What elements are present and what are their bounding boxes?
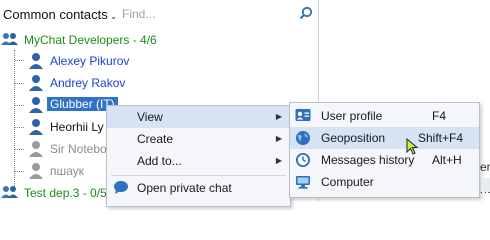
search-icon[interactable] <box>299 6 313 23</box>
computer-icon <box>295 174 311 193</box>
view-submenu: User profile F4 Geoposition Shift+F4 Mes… <box>289 102 480 198</box>
background-text-fragment: er <box>480 160 490 174</box>
menu-separator <box>111 175 286 176</box>
group-users-icon <box>1 32 19 51</box>
scrollbar-fragment[interactable] <box>480 178 490 192</box>
chevron-right-icon: ▶ <box>275 112 282 121</box>
contact-name: Alexey Pikurov <box>50 54 130 68</box>
contact-name: Andrey Rakov <box>50 76 126 90</box>
group-label: MyChat Developers - 4/6 <box>24 33 157 47</box>
submenu-item-user-profile[interactable]: User profile F4 <box>290 105 479 127</box>
menu-item-label: Create <box>137 132 174 146</box>
clock-icon <box>295 152 311 171</box>
submenu-item-label: User profile <box>321 109 383 123</box>
contacts-toolbar: Common contacts ⌄ Find... <box>0 0 318 28</box>
contact-name: Sir Notebo <box>50 142 107 156</box>
group-label: Test dep.3 - 0/5 <box>24 186 107 200</box>
submenu-item-shortcut: Alt+H <box>432 153 462 167</box>
tree-branch <box>15 105 24 106</box>
menu-item-add-to[interactable]: Add to... ▶ <box>107 150 290 172</box>
tree-branch <box>15 171 24 172</box>
globe-icon <box>295 130 311 149</box>
tree-branch <box>15 60 24 61</box>
chevron-right-icon: ▶ <box>275 156 282 165</box>
search-input[interactable]: Find... <box>122 7 155 21</box>
submenu-item-geoposition[interactable]: Geoposition Shift+F4 <box>290 127 479 149</box>
contact-name: Heorhii Ly <box>50 120 104 134</box>
submenu-item-shortcut: F4 <box>432 109 447 123</box>
user-online-icon <box>28 118 44 139</box>
group-row-mychat-developers[interactable]: MyChat Developers - 4/6 <box>0 30 318 50</box>
submenu-item-label: Messages history <box>321 153 415 167</box>
context-menu: View ▶ Create ▶ Add to... ▶ Open private… <box>106 105 291 207</box>
submenu-item-label: Geoposition <box>321 131 386 145</box>
group-users-icon <box>1 185 19 204</box>
group-selector-label: Common contacts <box>3 7 108 22</box>
tree-line <box>14 50 15 186</box>
group-selector[interactable]: Common contacts ⌄ <box>3 7 117 22</box>
user-offline-icon <box>28 140 44 161</box>
menu-item-create[interactable]: Create ▶ <box>107 128 290 150</box>
contact-name: пшаук <box>50 164 84 178</box>
menu-item-label: Add to... <box>137 154 182 168</box>
user-offline-icon <box>28 162 44 183</box>
user-online-icon <box>28 96 44 117</box>
tree-branch <box>15 83 24 84</box>
mouse-cursor-icon <box>406 137 420 159</box>
submenu-item-computer[interactable]: Computer <box>290 171 479 193</box>
user-profile-icon <box>295 108 311 126</box>
chevron-right-icon: ▶ <box>275 134 282 143</box>
tree-branch <box>15 127 24 128</box>
chevron-down-icon: ⌄ <box>109 11 118 21</box>
chat-bubble-icon <box>113 180 129 198</box>
menu-item-view[interactable]: View ▶ <box>107 106 290 128</box>
tree-branch <box>15 149 24 150</box>
submenu-item-label: Computer <box>321 175 374 189</box>
menu-item-label: Open private chat <box>137 181 232 195</box>
menu-item-open-private-chat[interactable]: Open private chat <box>107 177 290 199</box>
submenu-item-messages-history[interactable]: Messages history Alt+H <box>290 149 479 171</box>
contact-row[interactable]: Alexey Pikurov <box>24 51 314 71</box>
user-online-icon <box>28 52 44 73</box>
user-online-icon <box>28 74 44 95</box>
contact-row[interactable]: Andrey Rakov <box>24 73 314 93</box>
menu-item-label: View <box>137 110 163 124</box>
submenu-item-shortcut: Shift+F4 <box>418 131 464 145</box>
